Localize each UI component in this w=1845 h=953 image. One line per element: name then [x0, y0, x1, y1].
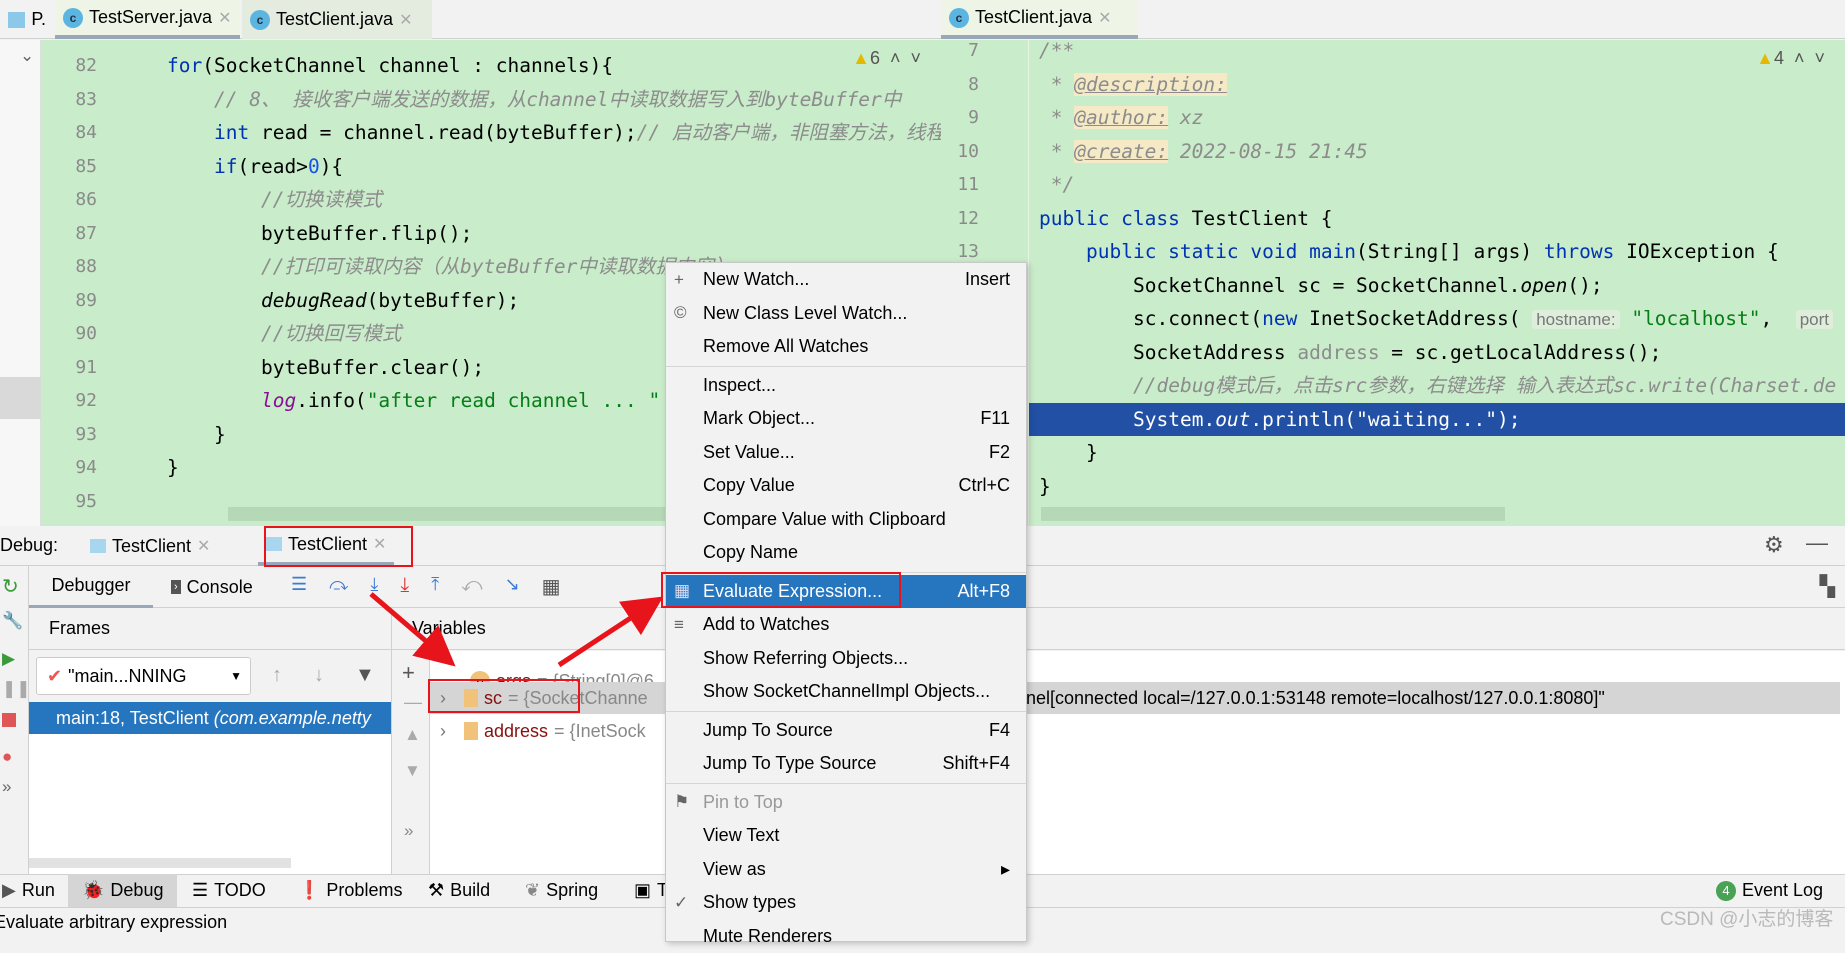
highlight-box-sc	[429, 680, 579, 712]
highlight-box-debug-tab	[265, 527, 412, 566]
annotation-overlay	[0, 0, 1845, 935]
highlight-box-evaluate	[662, 573, 900, 607]
arrow-to-evaluate	[559, 602, 655, 665]
arrow-to-variables	[371, 594, 448, 660]
